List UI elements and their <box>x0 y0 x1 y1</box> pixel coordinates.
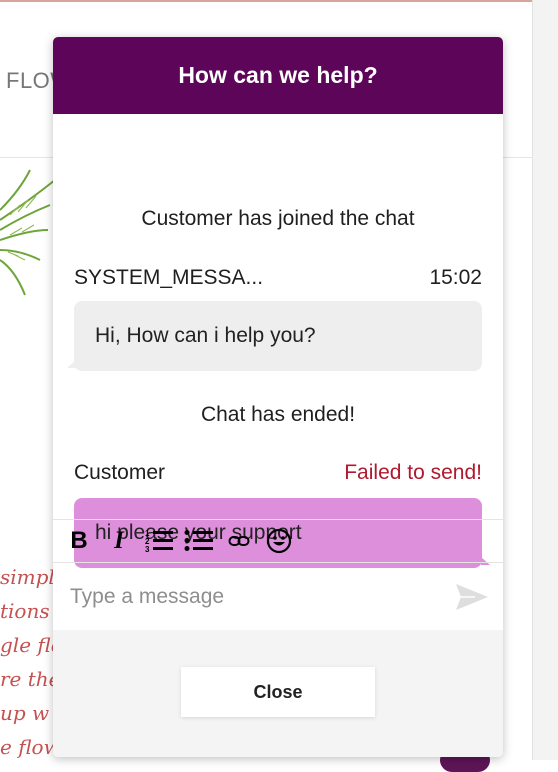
script-line: e flowers you send <box>0 735 60 759</box>
script-line: simple <box>0 565 60 589</box>
send-icon[interactable] <box>455 583 489 611</box>
message-input[interactable] <box>68 583 442 610</box>
background-script-text: simple tions a gle flo re the up w e flo… <box>0 560 60 760</box>
unordered-list-icon[interactable] <box>183 525 215 557</box>
chat-header: How can we help? <box>53 37 503 114</box>
chat-footer: Close <box>53 630 503 757</box>
palm-leaf-image <box>0 169 56 296</box>
bubble-tail <box>67 360 76 368</box>
script-line: re the <box>0 667 60 691</box>
agent-message-time: 15:02 <box>429 266 482 289</box>
script-line: gle flo <box>0 633 60 657</box>
close-button[interactable]: Close <box>181 667 375 717</box>
svg-text:3: 3 <box>145 545 150 554</box>
system-note-ended: Chat has ended! <box>200 403 356 426</box>
message-composer <box>53 563 503 630</box>
emoji-icon[interactable] <box>263 525 295 557</box>
ordered-list-icon[interactable]: 123 <box>143 525 175 557</box>
script-line: tions a <box>0 599 60 623</box>
chat-widget: How can we help? Customer has joined the… <box>53 37 503 757</box>
bold-icon[interactable]: B <box>63 525 95 557</box>
agent-sender-name: SYSTEM_MESSA... <box>74 266 264 289</box>
script-line: up w <box>0 701 50 725</box>
agent-message-meta: SYSTEM_MESSA... 15:02 <box>74 266 482 290</box>
system-note-joined: Customer has joined the chat <box>141 207 415 230</box>
formatting-toolbar: B I 123 <box>53 519 503 563</box>
page-scrollbar[interactable] <box>532 0 558 760</box>
failed-to-send-status[interactable]: Failed to send! <box>344 461 482 485</box>
customer-message-meta: Customer Failed to send! <box>74 461 482 485</box>
chat-messages: Customer has joined the chat SYSTEM_MESS… <box>53 114 503 568</box>
link-icon[interactable] <box>223 525 255 557</box>
chat-title: How can we help? <box>178 62 378 88</box>
agent-message-bubble: Hi, How can i help you? <box>67 301 482 371</box>
italic-icon[interactable]: I <box>103 525 135 557</box>
customer-sender-name: Customer <box>74 461 166 484</box>
page-top-border <box>0 0 532 2</box>
agent-message-text: Hi, How can i help you? <box>95 324 316 347</box>
